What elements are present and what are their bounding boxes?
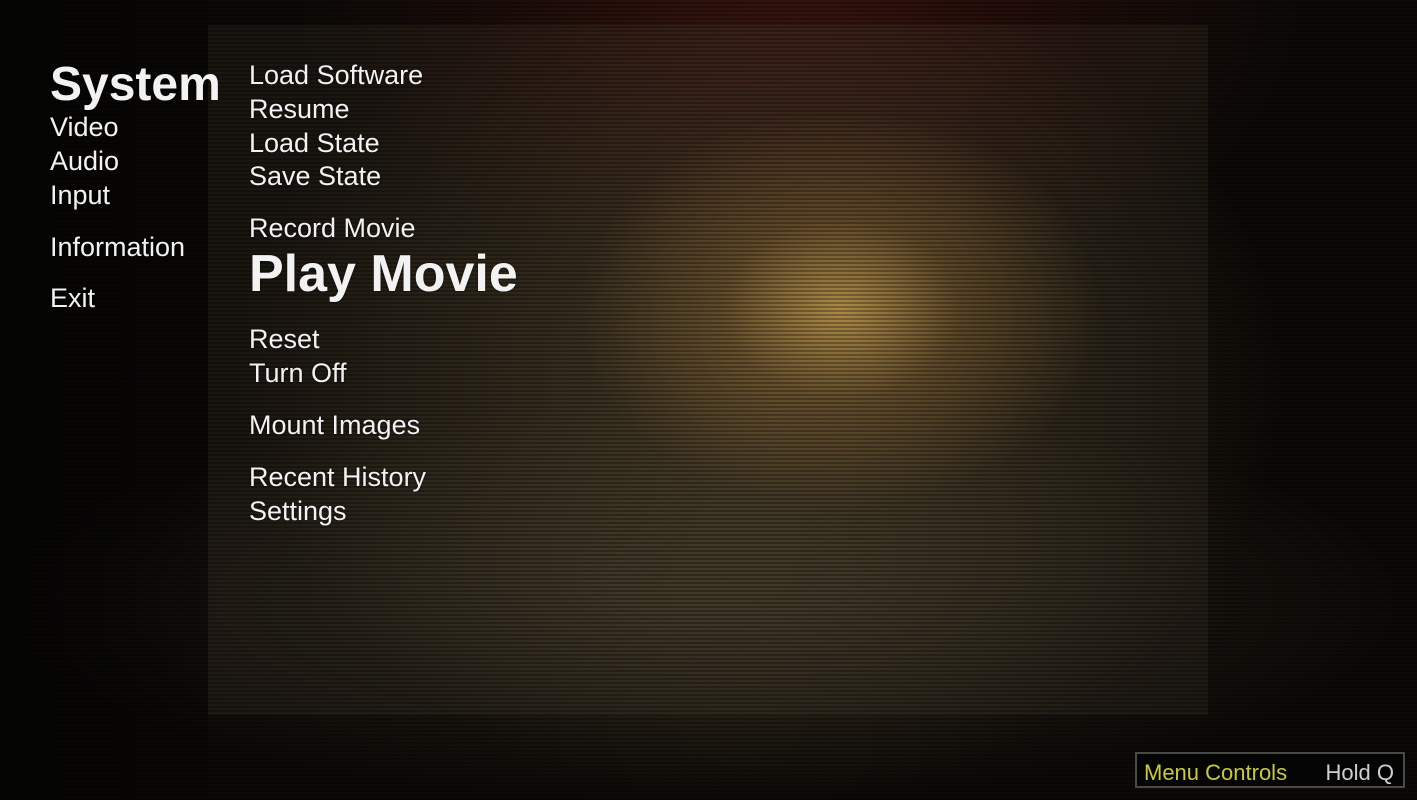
menu-resume[interactable]: Resume <box>249 96 350 123</box>
menu-play-movie[interactable]: Play Movie <box>249 248 518 300</box>
category-video[interactable]: Video <box>50 114 119 141</box>
menu-controls-key: Hold Q <box>1325 760 1394 785</box>
menu-load-state[interactable]: Load State <box>249 130 380 157</box>
category-exit[interactable]: Exit <box>50 285 95 312</box>
category-input[interactable]: Input <box>50 182 110 209</box>
category-information[interactable]: Information <box>50 234 185 261</box>
menu-controls-label: Menu Controls <box>1144 760 1288 785</box>
menu-controls-hint: Menu Controls Hold Q <box>1135 752 1405 788</box>
menu-recent-history[interactable]: Recent History <box>249 464 426 491</box>
menu-save-state[interactable]: Save State <box>249 163 381 190</box>
menu-turn-off[interactable]: Turn Off <box>249 360 347 387</box>
menu-mount-images[interactable]: Mount Images <box>249 412 420 439</box>
category-audio[interactable]: Audio <box>50 148 119 175</box>
menu-settings[interactable]: Settings <box>249 498 347 525</box>
menu-reset[interactable]: Reset <box>249 326 320 353</box>
category-system[interactable]: System <box>50 61 221 109</box>
scanline-overlay <box>0 0 1417 800</box>
menu-load-software[interactable]: Load Software <box>249 62 423 89</box>
menu-record-movie[interactable]: Record Movie <box>249 215 416 242</box>
